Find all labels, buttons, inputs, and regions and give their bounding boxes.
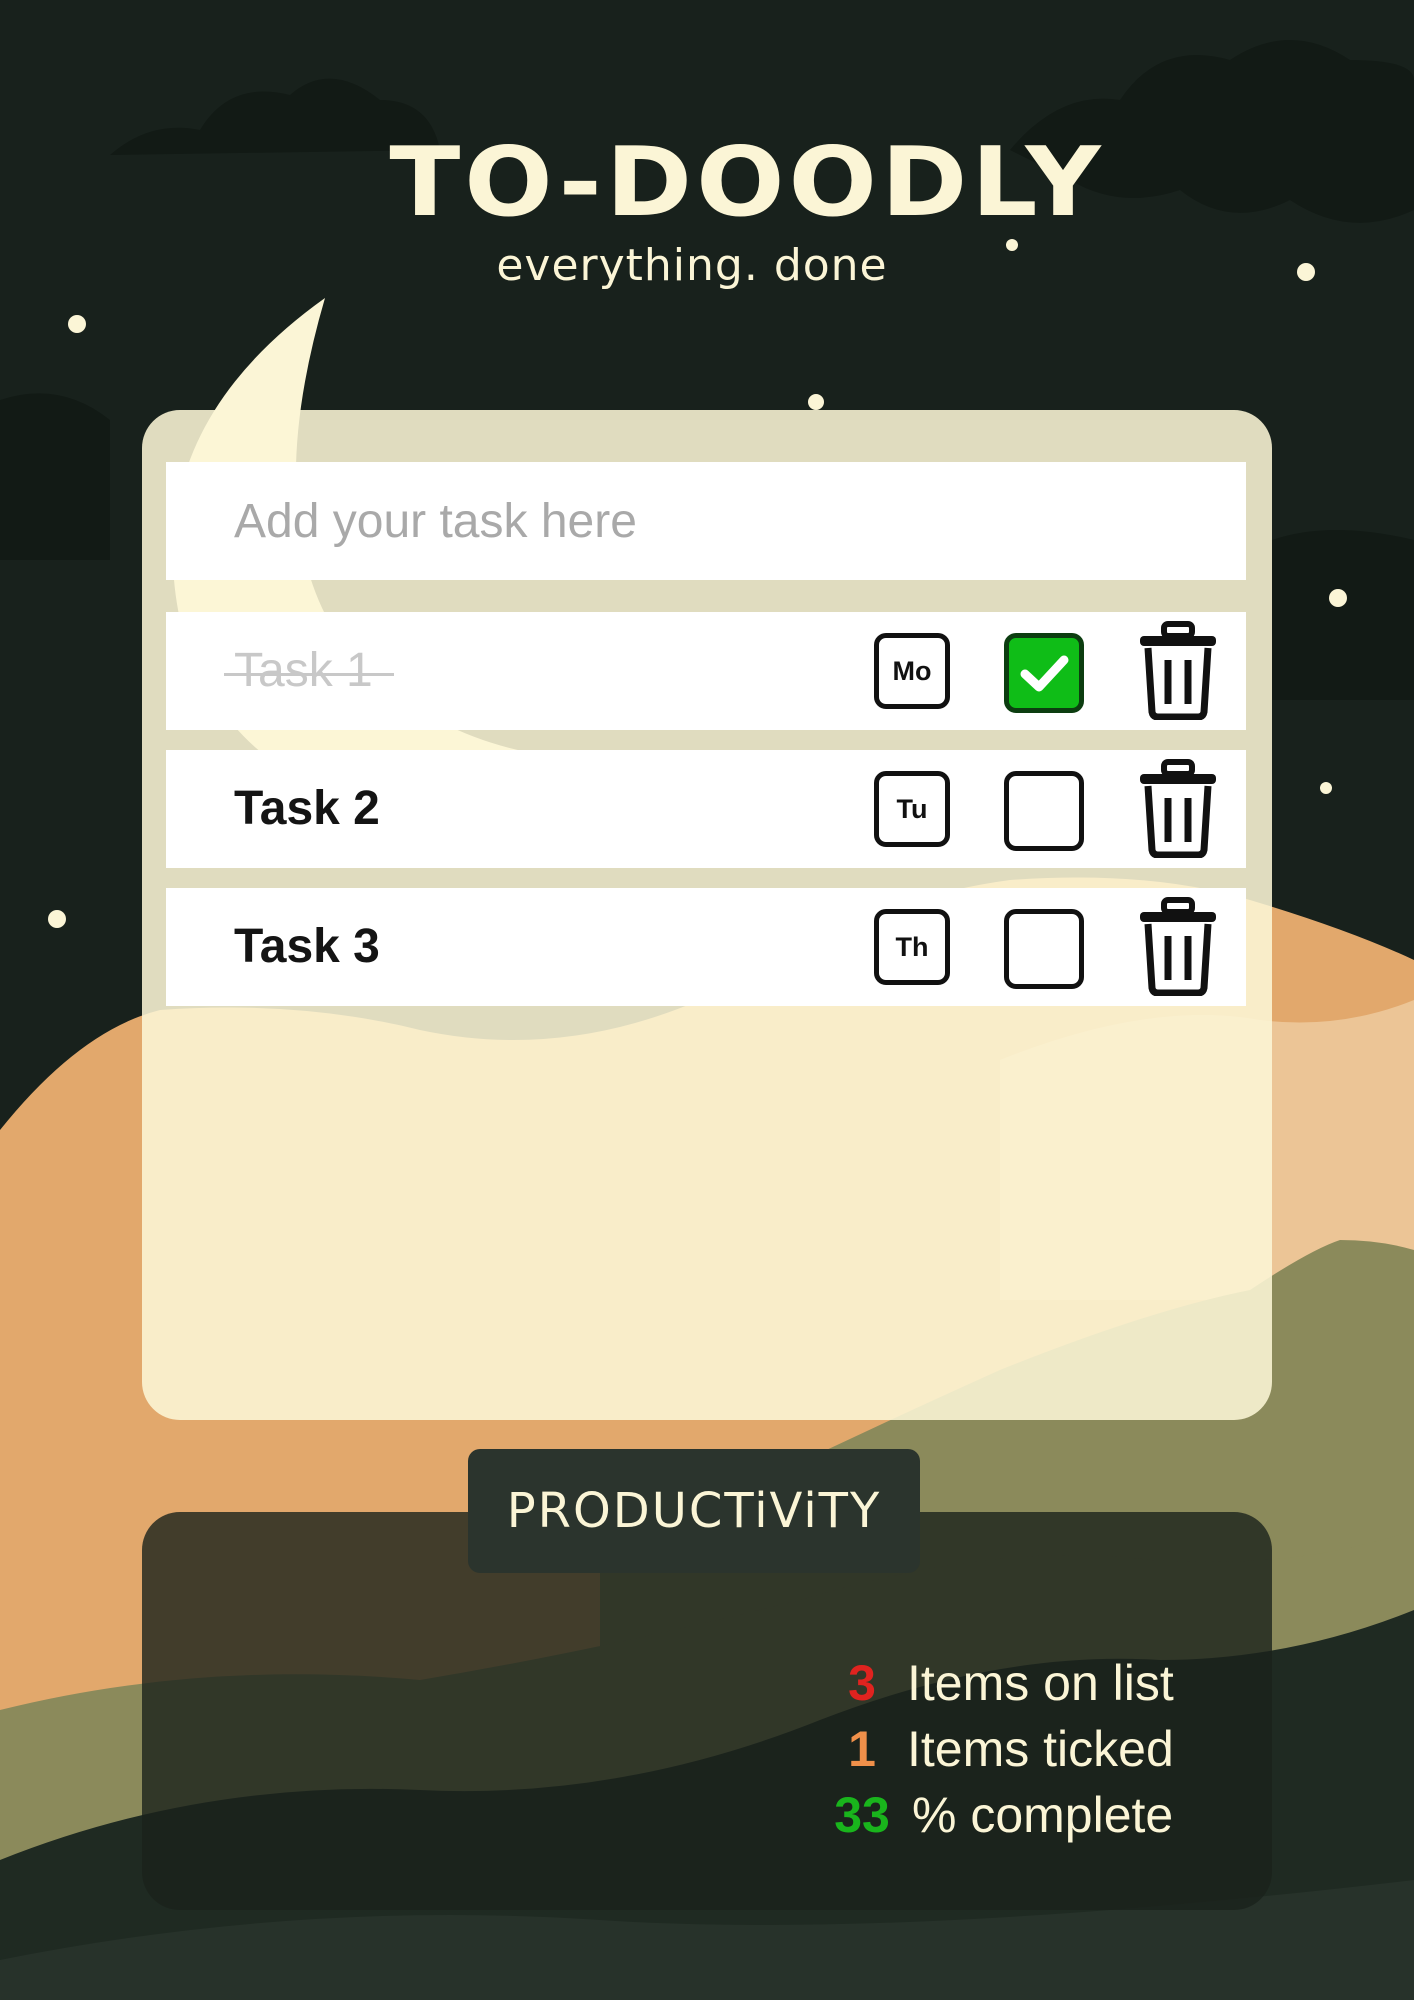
- checkmark-icon: [1020, 655, 1069, 692]
- task-checkbox[interactable]: [1004, 771, 1084, 851]
- task-checkbox[interactable]: [1004, 909, 1084, 989]
- day-badge[interactable]: Tu: [874, 771, 950, 847]
- task-label-text: Task 1: [234, 644, 373, 697]
- trash-icon[interactable]: [1136, 620, 1220, 720]
- task-card: Task 1 Mo Task 2 Tu Task: [142, 410, 1272, 1420]
- task-row: Task 2 Tu: [166, 750, 1246, 868]
- task-label: Task 1: [224, 612, 394, 730]
- task-checkbox[interactable]: [1004, 633, 1084, 713]
- percent-complete-value: 33: [834, 1787, 890, 1843]
- trash-icon[interactable]: [1136, 758, 1220, 858]
- task-row: Task 3 Th: [166, 888, 1246, 1006]
- app-header: TO-DOODLY everything. done: [0, 130, 1414, 291]
- add-task-input[interactable]: [166, 462, 1246, 580]
- trash-icon[interactable]: [1136, 896, 1220, 996]
- items-count: 3: [848, 1655, 876, 1711]
- productivity-tab[interactable]: PRODUCTiViTY: [468, 1449, 920, 1573]
- strikethrough-line: [224, 673, 394, 676]
- task-label: Task 2: [234, 782, 380, 835]
- task-label: Task 3: [234, 920, 380, 973]
- ticked-label: Items ticked: [907, 1721, 1174, 1777]
- app-title: TO-DOODLY: [389, 125, 1105, 239]
- items-label: Items on list: [907, 1655, 1174, 1711]
- app-subtitle: everything. done: [496, 240, 888, 291]
- day-badge[interactable]: Mo: [874, 633, 950, 709]
- task-row: Task 1 Mo: [166, 612, 1246, 730]
- percent-complete-label: % complete: [912, 1787, 1174, 1843]
- ticked-count: 1: [848, 1721, 876, 1777]
- day-badge[interactable]: Th: [874, 909, 950, 985]
